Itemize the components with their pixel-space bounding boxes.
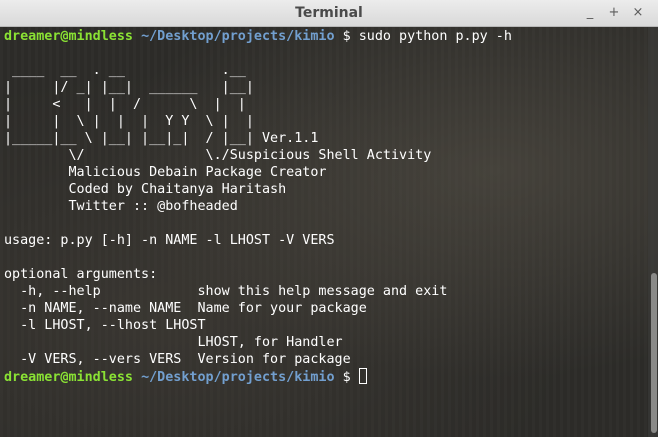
banner-line: | | \ | | | Y Y \ | | [4, 114, 254, 129]
prompt-path: ~/Desktop/projects/kimio [141, 29, 335, 44]
prompt-path: ~/Desktop/projects/kimio [141, 370, 335, 385]
command-text: sudo python p.py -h [358, 29, 512, 44]
close-button[interactable]: × [630, 4, 646, 22]
window-title: Terminal [295, 5, 363, 21]
prompt-symbol: $ [342, 29, 351, 44]
help-line: -h, --help show this help message and ex… [4, 284, 448, 299]
scrollbar-thumb[interactable] [651, 273, 657, 433]
usage-line: usage: p.py [-h] -n NAME -l LHOST -V VER… [4, 233, 335, 248]
banner-line: |_____|__ \ |__| |__|_| / |__| Ver.1.1 [4, 131, 319, 146]
prompt-line: dreamer@mindless ~/Desktop/projects/kimi… [4, 368, 512, 385]
banner-line: Coded by Chaitanya Haritash [4, 182, 287, 197]
help-line: LHOST, for Handler [4, 335, 343, 350]
prompt-user: dreamer@mindless [4, 29, 133, 44]
help-line: optional arguments: [4, 267, 158, 282]
banner-line: ____ __ . __ .__ [4, 63, 246, 78]
banner-line: Malicious Debain Package Creator [4, 165, 327, 180]
help-line: -l LHOST, --lhost LHOST [4, 318, 206, 333]
prompt-symbol: $ [342, 370, 351, 385]
text-cursor [358, 368, 367, 384]
help-line: -V VERS, --vers VERS Version for package [4, 352, 351, 367]
banner-line: \/ \./Suspicious Shell Activity [4, 148, 432, 163]
maximize-button[interactable]: + [606, 4, 622, 22]
terminal-area[interactable]: dreamer@mindless ~/Desktop/projects/kimi… [0, 27, 658, 437]
title-bar[interactable]: Terminal _ + × [0, 0, 658, 27]
terminal-window: Terminal _ + × dreamer@mindless ~/Deskto… [0, 0, 658, 437]
banner-line: Twitter :: @bofheaded [4, 199, 238, 214]
banner-line: | |/ _| |__| ______ |__| [4, 80, 254, 95]
scrollbar[interactable] [648, 27, 658, 437]
minimize-button[interactable]: _ [582, 4, 598, 22]
prompt-user: dreamer@mindless [4, 370, 133, 385]
terminal-output: dreamer@mindless ~/Desktop/projects/kimi… [4, 28, 512, 385]
banner-line: | < | | / \ | | [4, 97, 246, 112]
prompt-line: dreamer@mindless ~/Desktop/projects/kimi… [4, 28, 512, 45]
help-line: -n NAME, --name NAME Name for your packa… [4, 301, 367, 316]
